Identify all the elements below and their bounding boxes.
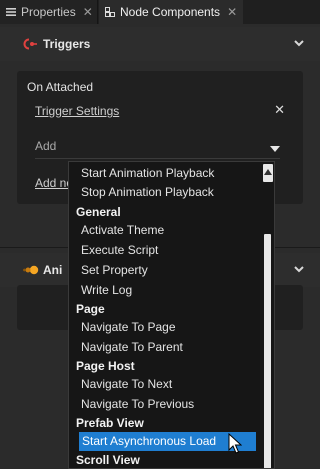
tab-properties[interactable]: Properties ✕: [0, 0, 98, 24]
tab-node-components[interactable]: Node Components ✕: [99, 0, 243, 24]
dropdown-group-header: Scroll View: [76, 453, 140, 467]
mouse-cursor-icon: [228, 433, 242, 454]
section-title: Triggers: [43, 37, 91, 51]
dropdown-item[interactable]: Navigate To Previous: [81, 395, 194, 414]
section-title: Ani: [43, 263, 63, 277]
trigger-settings-link[interactable]: Trigger Settings: [35, 104, 119, 118]
dropdown-scrollbar[interactable]: [262, 162, 274, 468]
node-components-icon: [105, 7, 115, 17]
chevron-down-icon[interactable]: [294, 38, 304, 48]
triggers-section-header[interactable]: Triggers: [0, 27, 320, 61]
action-dropdown-list[interactable]: Start Animation Playback Stop Animation …: [68, 161, 275, 469]
add-select-value: Add: [35, 139, 57, 153]
tab-close-icon[interactable]: ✕: [227, 5, 237, 19]
animation-icon: [23, 265, 39, 275]
dropdown-item[interactable]: Stop Animation Playback: [81, 183, 214, 202]
dropdown-item[interactable]: Activate Theme: [81, 221, 164, 240]
dropdown-item[interactable]: Set Property: [81, 261, 148, 280]
add-action-select[interactable]: Add: [35, 139, 280, 159]
dropdown-group-header: General: [76, 205, 121, 219]
scroll-up-arrow-icon[interactable]: [263, 164, 273, 182]
trigger-icon: [23, 38, 37, 50]
tab-bar: Properties ✕ Node Components ✕: [0, 0, 320, 24]
dropdown-group-header: Page Host: [76, 359, 135, 373]
dropdown-item[interactable]: Navigate To Page: [81, 318, 176, 337]
dropdown-arrow-icon: [270, 146, 280, 152]
chevron-down-icon[interactable]: [294, 264, 304, 274]
properties-icon: [6, 8, 16, 16]
dropdown-item[interactable]: Start Animation Playback: [81, 164, 214, 183]
tab-label: Node Components: [120, 5, 221, 19]
dropdown-item[interactable]: Navigate To Next: [81, 375, 172, 394]
scrollbar-thumb[interactable]: [264, 234, 271, 468]
dropdown-group-header: Prefab View: [76, 416, 144, 430]
trigger-event-label: On Attached: [27, 80, 94, 94]
tab-close-icon[interactable]: ✕: [83, 5, 93, 19]
select-underline: [35, 158, 280, 159]
dropdown-group-header: Page: [76, 302, 105, 316]
tab-label: Properties: [21, 5, 76, 19]
remove-trigger-icon[interactable]: ✕: [274, 102, 285, 118]
dropdown-item[interactable]: Navigate To Parent: [81, 338, 183, 357]
dropdown-item[interactable]: Execute Script: [81, 241, 158, 260]
dropdown-item[interactable]: Write Log: [81, 281, 132, 300]
